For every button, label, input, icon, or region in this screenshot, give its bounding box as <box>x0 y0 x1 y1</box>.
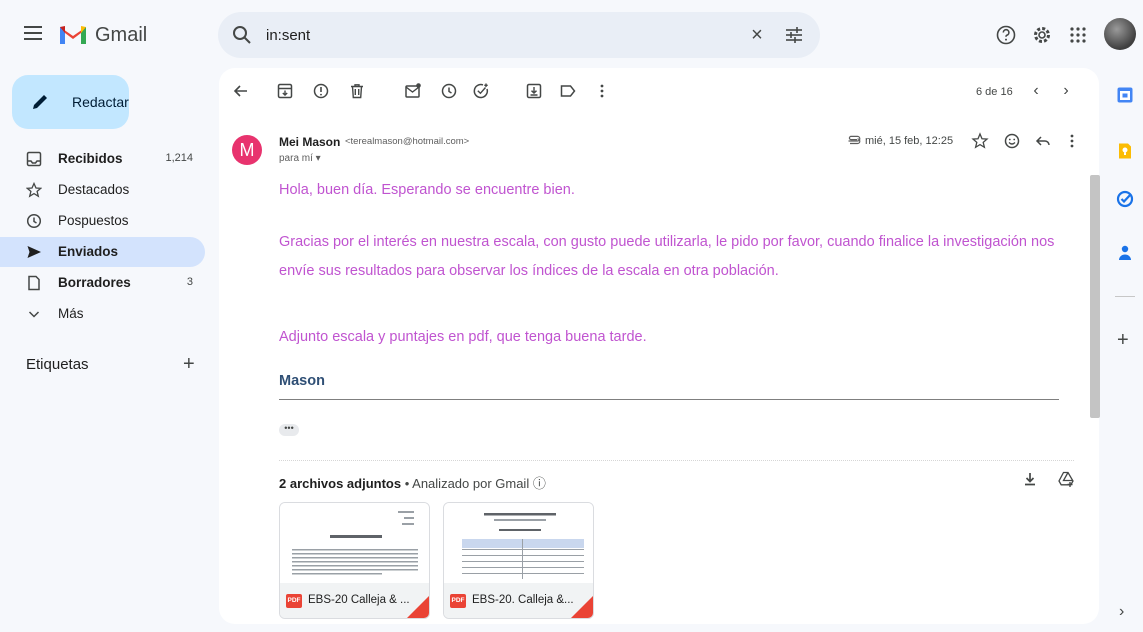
pdf-icon: PDF <box>286 594 302 608</box>
message-view: 6 de 16 ‹ › M Mei Mason <terealmason@hot… <box>219 68 1099 624</box>
chevron-down-icon <box>28 311 40 318</box>
message-date: mié, 15 feb, 12:25 <box>865 135 954 147</box>
add-task-icon[interactable] <box>472 82 490 100</box>
attachment-preview <box>444 503 593 583</box>
move-to-icon[interactable] <box>525 82 543 100</box>
sidebar-item-enviados[interactable]: Enviados <box>0 237 205 267</box>
sidebar-item-label: Destacados <box>58 182 130 197</box>
inbox-icon <box>26 151 42 167</box>
sidebar-item-label: Recibidos <box>58 151 123 166</box>
sender-name[interactable]: Mei Mason <box>279 135 340 149</box>
recipient-details[interactable]: para mí ▾ <box>279 153 321 164</box>
message-paragraph: Hola, buen día. Esperando se encuentre b… <box>279 182 575 198</box>
add-label-icon[interactable]: + <box>183 354 195 374</box>
label-icon[interactable] <box>559 82 577 100</box>
app-brand: Gmail <box>95 24 148 46</box>
scrollbar-thumb[interactable] <box>1090 175 1100 418</box>
top-bar: Gmail × <box>0 0 1143 72</box>
side-panel: + › <box>1107 0 1143 632</box>
labels-heading: Etiquetas <box>26 356 89 373</box>
sidebar-item-recibidos[interactable]: Recibidos 1,214 <box>0 144 205 174</box>
draft-count: 3 <box>186 276 193 288</box>
apps-grid-icon[interactable] <box>1067 24 1089 46</box>
chevron-right-icon[interactable]: › <box>1057 82 1075 100</box>
rail-divider <box>1115 296 1135 297</box>
attachments-scan-note[interactable]: Analizado por Gmail ⓘ <box>412 476 546 491</box>
sidebar-item-label: Pospuestos <box>58 213 129 228</box>
clock-icon <box>26 213 42 229</box>
compose-label: Redactar <box>72 94 129 110</box>
unread-count: 1,214 <box>165 152 193 164</box>
sidebar-item-label: Enviados <box>58 244 119 259</box>
message-paragraph: Gracias por el interés en nuestra escala… <box>279 234 1055 279</box>
more-vert-icon[interactable] <box>1063 132 1081 150</box>
sidebar-item-label: Borradores <box>58 275 131 290</box>
sidebar-item-label: Más <box>58 306 84 321</box>
pdf-icon: PDF <box>450 594 466 608</box>
search-options-icon[interactable] <box>784 25 804 45</box>
reply-icon[interactable] <box>1034 132 1052 150</box>
sidebar-item-mas[interactable]: Más <box>0 299 205 329</box>
contacts-icon[interactable] <box>1116 244 1134 262</box>
close-icon[interactable]: × <box>746 24 768 46</box>
more-vert-icon[interactable] <box>593 82 611 100</box>
tasks-icon[interactable] <box>1116 190 1134 208</box>
attachments-divider <box>279 460 1074 461</box>
mark-unread-icon[interactable] <box>404 82 422 100</box>
attachments-separator: • <box>401 476 413 491</box>
message-paragraph: Adjunto escala y puntajes en pdf, que te… <box>279 329 647 345</box>
get-addons-icon[interactable]: + <box>1117 330 1129 350</box>
attachment-preview <box>280 503 429 583</box>
gmail-logo[interactable] <box>58 22 88 46</box>
show-trimmed-content-button[interactable]: ••• <box>279 424 299 436</box>
send-icon <box>27 246 41 258</box>
search-bar: × <box>218 12 820 58</box>
sidebar-item-pospuestos[interactable]: Pospuestos <box>0 206 205 236</box>
sidebar-item-destacados[interactable]: Destacados <box>0 175 205 205</box>
download-all-icon[interactable] <box>1021 470 1039 488</box>
attachment-name: EBS-20 Calleja & ... <box>308 594 410 606</box>
attachment-card[interactable]: PDF EBS-20 Calleja & ... <box>279 502 430 619</box>
file-corner-icon <box>407 596 429 618</box>
help-icon[interactable] <box>995 24 1017 46</box>
attachment-icon <box>848 135 861 145</box>
file-corner-icon <box>571 596 593 618</box>
attachments-count: 2 archivos adjuntos <box>279 476 402 491</box>
keep-icon[interactable] <box>1116 142 1134 160</box>
expand-panel-icon[interactable]: › <box>1119 603 1124 621</box>
compose-button[interactable]: Redactar <box>12 75 129 129</box>
star-icon[interactable] <box>971 132 989 150</box>
signature-divider <box>279 399 1059 400</box>
draft-icon <box>28 275 40 291</box>
sender-avatar[interactable]: M <box>232 135 262 165</box>
chevron-left-icon[interactable]: ‹ <box>1027 82 1045 100</box>
attachment-name: EBS-20. Calleja &... <box>472 594 574 606</box>
star-icon <box>26 182 42 198</box>
gear-icon[interactable] <box>1031 24 1053 46</box>
search-icon[interactable] <box>232 25 252 45</box>
search-input[interactable] <box>266 23 726 47</box>
snooze-icon[interactable] <box>440 82 458 100</box>
pager-count: 6 de 16 <box>976 86 1013 98</box>
signature: Mason <box>279 373 325 389</box>
archive-icon[interactable] <box>276 82 294 100</box>
emoji-icon[interactable] <box>1003 132 1021 150</box>
main-menu-icon[interactable] <box>24 26 42 40</box>
attachments-header: 2 archivos adjuntos • Analizado por Gmai… <box>279 473 546 492</box>
pencil-icon <box>33 95 47 109</box>
back-arrow-icon[interactable] <box>232 82 250 100</box>
sidebar-item-borradores[interactable]: Borradores 3 <box>0 268 205 298</box>
sender-email: <terealmason@hotmail.com> <box>345 136 470 147</box>
report-spam-icon[interactable] <box>312 82 330 100</box>
attachment-card[interactable]: PDF EBS-20. Calleja &... <box>443 502 594 619</box>
calendar-icon[interactable] <box>1116 86 1134 104</box>
add-to-drive-icon[interactable] <box>1057 470 1075 488</box>
trash-icon[interactable] <box>348 82 366 100</box>
